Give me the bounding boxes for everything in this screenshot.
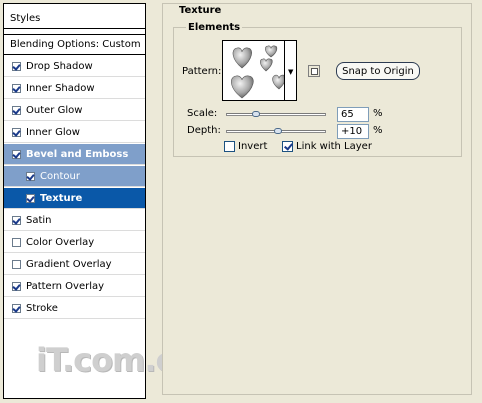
texture-title: Texture xyxy=(177,5,224,16)
link-with-layer-label: Link with Layer xyxy=(296,141,372,152)
depth-label: Depth: xyxy=(187,125,221,136)
style-item-label: Satin xyxy=(26,214,52,226)
styles-header-label: Styles xyxy=(10,12,41,24)
styles-list: Styles Blending Options: Custom Drop Sha… xyxy=(3,3,146,399)
style-item-texture[interactable]: Texture xyxy=(4,188,145,209)
triangle-down-icon: ▼ xyxy=(288,68,294,76)
pattern-label: Pattern: xyxy=(182,66,222,77)
depth-slider-thumb[interactable] xyxy=(274,128,282,134)
contour-checkbox[interactable] xyxy=(26,171,35,181)
invert-label: Invert xyxy=(238,141,268,152)
style-item-inner-shadow[interactable]: Inner Shadow xyxy=(4,78,145,99)
snap-to-origin-button[interactable]: Snap to Origin xyxy=(336,62,420,80)
style-item-label: Gradient Overlay xyxy=(26,258,112,270)
satin-checkbox[interactable] xyxy=(12,215,21,225)
inner-shadow-checkbox[interactable] xyxy=(12,83,21,93)
pattern-dropdown-button[interactable]: ▼ xyxy=(285,40,297,101)
link-with-layer-checkbox[interactable] xyxy=(282,141,293,152)
style-item-label: Bevel and Emboss xyxy=(26,148,129,160)
scale-label: Scale: xyxy=(187,108,218,119)
pattern-preview[interactable] xyxy=(222,40,285,101)
stroke-checkbox[interactable] xyxy=(12,303,21,313)
style-item-stroke[interactable]: Stroke xyxy=(4,298,145,319)
depth-input[interactable]: +10 xyxy=(337,124,369,139)
style-item-label: Texture xyxy=(40,192,83,204)
style-item-label: Outer Glow xyxy=(26,104,83,116)
style-item-color-overlay[interactable]: Color Overlay xyxy=(4,232,145,253)
elements-title: Elements xyxy=(186,22,243,33)
style-item-bevel-emboss[interactable]: Bevel and Emboss xyxy=(4,144,145,165)
scale-unit: % xyxy=(373,108,383,119)
pattern-overlay-checkbox[interactable] xyxy=(12,281,21,291)
hearts-pattern-icon xyxy=(231,45,284,99)
style-item-label: Inner Shadow xyxy=(26,82,95,94)
color-overlay-checkbox[interactable] xyxy=(12,237,21,247)
gradient-overlay-checkbox[interactable] xyxy=(12,259,21,269)
inner-glow-checkbox[interactable] xyxy=(12,127,21,137)
scale-slider-track[interactable] xyxy=(226,113,326,116)
style-item-label: Stroke xyxy=(26,302,58,314)
style-item-inner-glow[interactable]: Inner Glow xyxy=(4,122,145,143)
bevel-emboss-checkbox[interactable] xyxy=(12,149,21,159)
scale-slider-thumb[interactable] xyxy=(252,111,260,117)
style-item-label: Inner Glow xyxy=(26,126,80,138)
scale-input[interactable]: 65 xyxy=(337,107,369,122)
style-item-contour[interactable]: Contour xyxy=(4,166,145,187)
depth-unit: % xyxy=(373,125,383,136)
style-item-label: Contour xyxy=(40,170,80,182)
style-item-drop-shadow[interactable]: Drop Shadow xyxy=(4,56,145,77)
drop-shadow-checkbox[interactable] xyxy=(12,61,21,71)
style-item-satin[interactable]: Satin xyxy=(4,210,145,231)
style-item-label: Drop Shadow xyxy=(26,60,93,72)
elements-group xyxy=(173,27,462,157)
style-item-label: Pattern Overlay xyxy=(26,280,105,292)
style-item-label: Color Overlay xyxy=(26,236,95,248)
style-item-pattern-overlay[interactable]: Pattern Overlay xyxy=(4,276,145,297)
new-preset-icon[interactable] xyxy=(308,65,320,77)
blending-options-item[interactable]: Blending Options: Custom xyxy=(4,34,145,55)
style-item-outer-glow[interactable]: Outer Glow xyxy=(4,100,145,121)
styles-header[interactable]: Styles xyxy=(4,8,145,29)
invert-checkbox[interactable] xyxy=(224,141,235,152)
blending-options-label: Blending Options: Custom xyxy=(10,39,141,50)
style-item-gradient-overlay[interactable]: Gradient Overlay xyxy=(4,254,145,275)
outer-glow-checkbox[interactable] xyxy=(12,105,21,115)
texture-checkbox[interactable] xyxy=(26,193,35,203)
